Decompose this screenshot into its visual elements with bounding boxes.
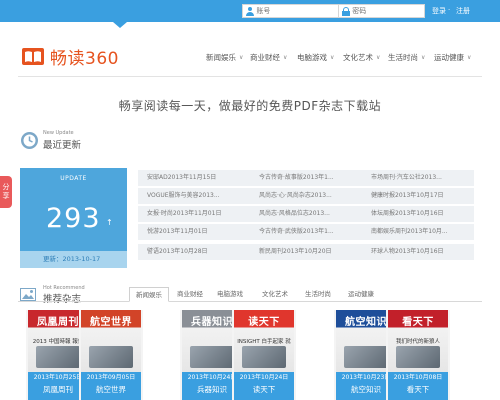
chevron-down-icon: ∨ <box>467 54 472 61</box>
site-logo[interactable]: 畅读360 <box>22 44 119 69</box>
nav-item-sports[interactable]: 运动健康 ∨ <box>434 52 471 63</box>
recent-list-item[interactable]: 譬语2013年10月28日 <box>138 244 250 260</box>
cover-title: 航空世界 <box>90 317 132 328</box>
recent-list-item[interactable]: 健康时报2013年10月17日 <box>362 188 474 204</box>
magazine-date: 2013年10月24日 <box>234 372 294 383</box>
share-button[interactable]: 分享 <box>0 176 12 208</box>
magazine-name[interactable]: 读天下 <box>234 383 294 400</box>
open-book-icon <box>22 48 44 65</box>
magazine-card[interactable]: 航空世界 2013年09月05日 航空世界 <box>79 310 143 400</box>
password-input[interactable] <box>349 5 424 17</box>
header-separator: · <box>448 6 451 14</box>
tab-culture[interactable]: 文化艺术 <box>256 287 294 302</box>
cover-art <box>89 346 133 368</box>
tab-computer[interactable]: 电脑游戏 <box>211 287 249 302</box>
site-tagline: 畅享阅读每一天，做最好的免费PDF杂志下载站 <box>118 99 382 113</box>
nav-label: 电脑游戏 <box>297 53 327 62</box>
register-link[interactable]: 注册 <box>456 6 470 16</box>
tab-news[interactable]: 新闻娱乐 <box>129 287 169 302</box>
chevron-down-icon: ∨ <box>239 54 244 61</box>
update-date: 更新：2013-10-17 <box>20 251 127 268</box>
recent-title: 最近更新 <box>43 140 82 151</box>
top-bar-notch <box>113 22 127 28</box>
cover-art <box>396 346 440 368</box>
password-field[interactable] <box>338 4 425 18</box>
magazine-date: 2013年09月05日 <box>81 372 141 383</box>
cover-art <box>344 346 388 368</box>
nav-divider <box>18 76 482 77</box>
cover-subtitle <box>81 328 141 338</box>
recent-list-item[interactable]: 市场周刊·汽车公社2013... <box>362 170 474 186</box>
recent-list-item[interactable]: 南都娱乐周刊2013年10月... <box>362 224 474 240</box>
tab-lifestyle[interactable]: 生活时尚 <box>299 287 337 302</box>
tab-business[interactable]: 商业财经 <box>171 287 209 302</box>
nav-item-culture[interactable]: 文化艺术 ∨ <box>343 52 380 63</box>
update-count: 293 <box>46 203 101 234</box>
nav-label: 商业财经 <box>250 53 280 62</box>
share-label: 分享 <box>2 183 10 200</box>
cover-art <box>190 346 234 368</box>
nav-item-computer[interactable]: 电脑游戏 ∨ <box>297 52 334 63</box>
nav-item-news[interactable]: 新闻娱乐 ∨ <box>206 52 243 63</box>
tab-divider <box>18 301 482 302</box>
magazine-date: 2013年10月08日 <box>388 372 448 383</box>
magazine-name[interactable]: 看天下 <box>388 383 448 400</box>
cover-title: 看天下 <box>402 317 434 328</box>
chevron-down-icon: ∨ <box>283 54 288 61</box>
recent-list-item[interactable]: 风尚志·心·风尚杂志2013... <box>250 188 362 204</box>
chevron-down-icon: ∨ <box>376 54 381 61</box>
nav-item-business[interactable]: 商业财经 ∨ <box>250 52 287 63</box>
magazine-card[interactable]: 看天下 我们时代的新狼人 2013年10月08日 看天下 <box>386 310 450 400</box>
lock-icon <box>342 6 351 16</box>
recent-list-item[interactable]: 今古传奇·故事版2013年1... <box>250 170 362 186</box>
recent-list-item[interactable]: 环球人物2013年10月16日 <box>362 244 474 260</box>
login-link[interactable]: 登录 <box>432 6 446 16</box>
nav-label: 新闻娱乐 <box>206 53 236 62</box>
magazine-cover[interactable]: 航空世界 <box>81 310 141 372</box>
cover-art <box>36 346 80 368</box>
clock-icon <box>21 132 38 149</box>
recent-list-item[interactable]: 体坛周报2013年10月16日 <box>362 206 474 222</box>
logo-text: 畅读360 <box>50 49 119 69</box>
update-header: UPDATE <box>60 175 87 182</box>
tab-sports[interactable]: 运动健康 <box>342 287 380 302</box>
nav-label: 生活时尚 <box>388 53 418 62</box>
recent-title-en: New Update <box>43 130 74 136</box>
cover-subtitle: 我们时代的新狼人 <box>395 339 440 345</box>
recent-list-item[interactable]: VOGUE服饰与美容2013... <box>138 188 250 204</box>
nav-label: 文化艺术 <box>343 53 373 62</box>
chevron-down-icon: ∨ <box>330 54 335 61</box>
magazine-cover[interactable]: 看天下我们时代的新狼人 <box>388 310 448 372</box>
cover-art <box>242 346 286 368</box>
chevron-down-icon: ∨ <box>421 54 426 61</box>
image-icon <box>20 288 36 301</box>
magazine-card[interactable]: 读天下INSIGHT 白手起家 就这样简单2013年10月24日读天下 <box>232 310 296 400</box>
nav-label: 运动健康 <box>434 53 464 62</box>
recent-list-item[interactable]: 今古传奇·武侠版2013年1... <box>250 224 362 240</box>
magazine-name[interactable]: 航空世界 <box>81 383 141 400</box>
recent-list-item[interactable]: 新民周刊2013年10月20日 <box>250 244 362 260</box>
recent-list-item[interactable]: 悦游2013年11月01日 <box>138 224 250 240</box>
user-icon <box>246 6 255 16</box>
nav-item-lifestyle[interactable]: 生活时尚 ∨ <box>388 52 425 63</box>
recent-list-item[interactable]: 女报·时尚2013年11月01日 <box>138 206 250 222</box>
up-arrow-icon: ↑ <box>106 218 113 227</box>
cover-title: 读天下 <box>248 317 280 328</box>
update-counter-panel: UPDATE 293 ↑ 更新：2013-10-17 <box>20 168 127 268</box>
recent-list-item[interactable]: 安邸AD2013年11月15日 <box>138 170 250 186</box>
magazine-cover[interactable]: 读天下INSIGHT 白手起家 就这样简单 <box>234 310 294 372</box>
recent-list-item[interactable]: 风尚志·风格品位志2013... <box>250 206 362 222</box>
recommend-title: 推荐杂志 <box>43 294 82 305</box>
